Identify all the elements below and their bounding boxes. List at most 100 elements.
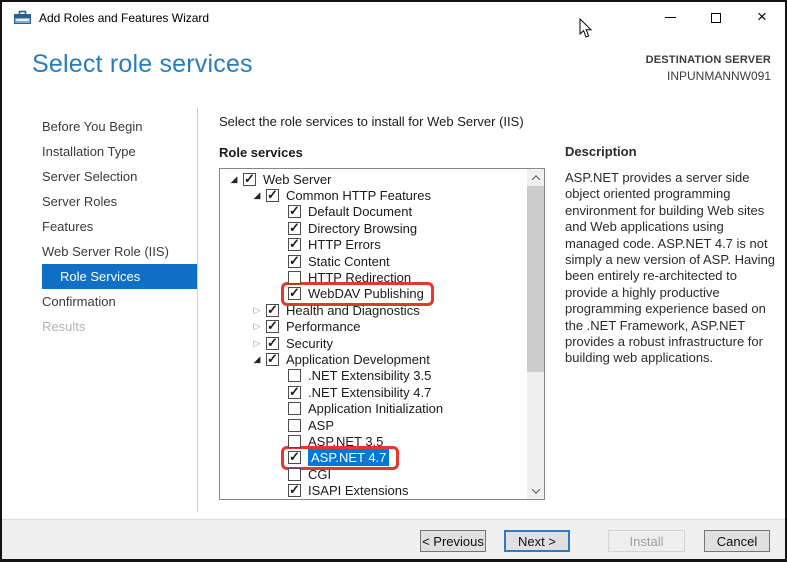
- tree-item-label[interactable]: ASP: [308, 418, 334, 433]
- tree-item-label[interactable]: Performance: [286, 319, 360, 334]
- collapsed-triangle-icon[interactable]: ▷: [251, 306, 263, 315]
- check-icon: ✓: [289, 236, 300, 252]
- checkbox-checked[interactable]: ✓: [243, 173, 256, 186]
- tree-row-http-errors[interactable]: ✓ HTTP Errors: [220, 237, 544, 253]
- tree-row-security[interactable]: ▷✓ Security: [220, 335, 544, 351]
- tree-row-default-document[interactable]: ✓ Default Document: [220, 204, 544, 220]
- tree-row-asp-net-4-7[interactable]: ✓ ASP.NET 4.7: [220, 450, 544, 466]
- tree-item-label[interactable]: Default Document: [308, 204, 412, 219]
- install-button[interactable]: Install: [608, 530, 685, 552]
- tree-item-label[interactable]: Application Initialization: [308, 401, 443, 416]
- checkbox-checked[interactable]: ✓: [266, 304, 279, 317]
- check-icon: ✓: [289, 220, 300, 236]
- tree-item-label[interactable]: ISAPI Extensions: [308, 483, 408, 498]
- title-bar: Add Roles and Features Wizard ×: [2, 2, 785, 33]
- checkbox-checked[interactable]: ✓: [266, 189, 279, 202]
- check-icon: ✓: [289, 285, 300, 301]
- cancel-button[interactable]: Cancel: [704, 530, 770, 552]
- checkbox-unchecked[interactable]: [288, 419, 301, 432]
- tree-row-webdav-publishing[interactable]: ✓ WebDAV Publishing: [220, 286, 544, 302]
- scroll-up-button[interactable]: [527, 169, 544, 186]
- tree-item-label[interactable]: Security: [286, 336, 333, 351]
- maximize-button[interactable]: [693, 2, 739, 33]
- scroll-down-button[interactable]: [527, 482, 544, 499]
- tree-row-cgi[interactable]: CGI: [220, 466, 544, 482]
- checkbox-unchecked[interactable]: [288, 271, 301, 284]
- tree-row-performance[interactable]: ▷✓ Performance: [220, 319, 544, 335]
- previous-button[interactable]: < Previous: [420, 530, 486, 552]
- description-title: Description: [565, 144, 780, 159]
- expanded-triangle-icon[interactable]: ◢: [251, 355, 263, 364]
- tree-item-label[interactable]: ASP.NET 3.5: [308, 434, 383, 449]
- checkbox-unchecked[interactable]: [288, 435, 301, 448]
- checkbox-checked[interactable]: ✓: [266, 337, 279, 350]
- tree-item-label[interactable]: Static Content: [308, 254, 390, 269]
- tree-row-static-content[interactable]: ✓ Static Content: [220, 253, 544, 269]
- tree-item-label[interactable]: WebDAV Publishing: [308, 286, 424, 301]
- checkbox-unchecked[interactable]: [288, 402, 301, 415]
- tree-row-asp-net-3-5[interactable]: ASP.NET 3.5: [220, 433, 544, 449]
- tree-row-health-and-diagnostics[interactable]: ▷✓ Health and Diagnostics: [220, 302, 544, 318]
- checkbox-checked[interactable]: ✓: [266, 320, 279, 333]
- tree-row-asp[interactable]: ASP: [220, 417, 544, 433]
- tree-row-common-http-features[interactable]: ◢✓ Common HTTP Features: [220, 187, 544, 203]
- collapsed-triangle-icon[interactable]: ▷: [251, 339, 263, 348]
- tree-row--net-extensibility-4-7[interactable]: ✓ .NET Extensibility 4.7: [220, 384, 544, 400]
- sidebar-item-results: Results: [2, 314, 197, 339]
- collapsed-triangle-icon[interactable]: ▷: [251, 322, 263, 331]
- expanded-triangle-icon[interactable]: ◢: [251, 191, 263, 200]
- window-title: Add Roles and Features Wizard: [39, 11, 209, 25]
- tree-item-label[interactable]: CGI: [308, 467, 331, 482]
- tree-item-label[interactable]: Health and Diagnostics: [286, 303, 420, 318]
- tree-item-label[interactable]: HTTP Redirection: [308, 270, 411, 285]
- tree-item-label[interactable]: Web Server: [263, 172, 331, 187]
- sidebar-item-installation-type[interactable]: Installation Type: [2, 139, 197, 164]
- scrollbar-thumb[interactable]: [527, 186, 544, 372]
- tree-item-label[interactable]: .NET Extensibility 3.5: [308, 368, 431, 383]
- tree-item-label[interactable]: Directory Browsing: [308, 221, 417, 236]
- checkbox-unchecked[interactable]: [288, 369, 301, 382]
- add-roles-features-wizard-window: Add Roles and Features Wizard × Select r…: [0, 0, 787, 562]
- checkbox-checked[interactable]: ✓: [266, 353, 279, 366]
- check-icon: ✓: [267, 318, 278, 334]
- tree-row-http-redirection[interactable]: HTTP Redirection: [220, 269, 544, 285]
- tree-item-label[interactable]: ASP.NET 4.7: [308, 449, 389, 466]
- tree-item-label[interactable]: .NET Extensibility 4.7: [308, 385, 431, 400]
- checkbox-checked[interactable]: ✓: [288, 222, 301, 235]
- sidebar-item-confirmation[interactable]: Confirmation: [2, 289, 197, 314]
- tree-row-web-server[interactable]: ◢✓ Web Server: [220, 171, 544, 187]
- sidebar-item-features[interactable]: Features: [2, 214, 197, 239]
- tree-item-label[interactable]: Application Development: [286, 352, 430, 367]
- check-icon: ✓: [244, 171, 255, 187]
- minimize-icon: [665, 17, 676, 18]
- wizard-nav-sidebar: Before You BeginInstallation TypeServer …: [2, 114, 197, 339]
- tree-item-label[interactable]: Common HTTP Features: [286, 188, 431, 203]
- description-text: ASP.NET provides a server side object or…: [565, 170, 780, 367]
- tree-item-label[interactable]: HTTP Errors: [308, 237, 381, 252]
- tree-row-application-development[interactable]: ◢✓ Application Development: [220, 351, 544, 367]
- sidebar-item-server-selection[interactable]: Server Selection: [2, 164, 197, 189]
- tree-row-application-initialization[interactable]: Application Initialization: [220, 400, 544, 416]
- checkbox-unchecked[interactable]: [288, 468, 301, 481]
- checkbox-checked[interactable]: ✓: [288, 238, 301, 251]
- checkbox-checked[interactable]: ✓: [288, 287, 301, 300]
- checkbox-checked[interactable]: ✓: [288, 255, 301, 268]
- checkbox-checked[interactable]: ✓: [288, 451, 301, 464]
- description-panel: Description ASP.NET provides a server si…: [565, 144, 780, 367]
- checkbox-checked[interactable]: ✓: [288, 205, 301, 218]
- destination-server-block: DESTINATION SERVER INPUNMANNW091: [646, 54, 771, 83]
- tree-row-directory-browsing[interactable]: ✓ Directory Browsing: [220, 220, 544, 236]
- tree-row--net-extensibility-3-5[interactable]: .NET Extensibility 3.5: [220, 368, 544, 384]
- sidebar-item-server-roles[interactable]: Server Roles: [2, 189, 197, 214]
- sidebar-item-role-services[interactable]: Role Services: [42, 264, 197, 289]
- tree-row-isapi-extensions[interactable]: ✓ ISAPI Extensions: [220, 482, 544, 498]
- checkbox-checked[interactable]: ✓: [288, 386, 301, 399]
- checkbox-checked[interactable]: ✓: [288, 484, 301, 497]
- next-button[interactable]: Next >: [504, 530, 570, 552]
- sidebar-item-before-you-begin[interactable]: Before You Begin: [2, 114, 197, 139]
- close-button[interactable]: ×: [739, 2, 785, 33]
- minimize-button[interactable]: [647, 2, 693, 33]
- expanded-triangle-icon[interactable]: ◢: [228, 175, 240, 184]
- sidebar-item-web-server-role-iis-[interactable]: Web Server Role (IIS): [2, 239, 197, 264]
- tree-scrollbar[interactable]: [527, 169, 544, 499]
